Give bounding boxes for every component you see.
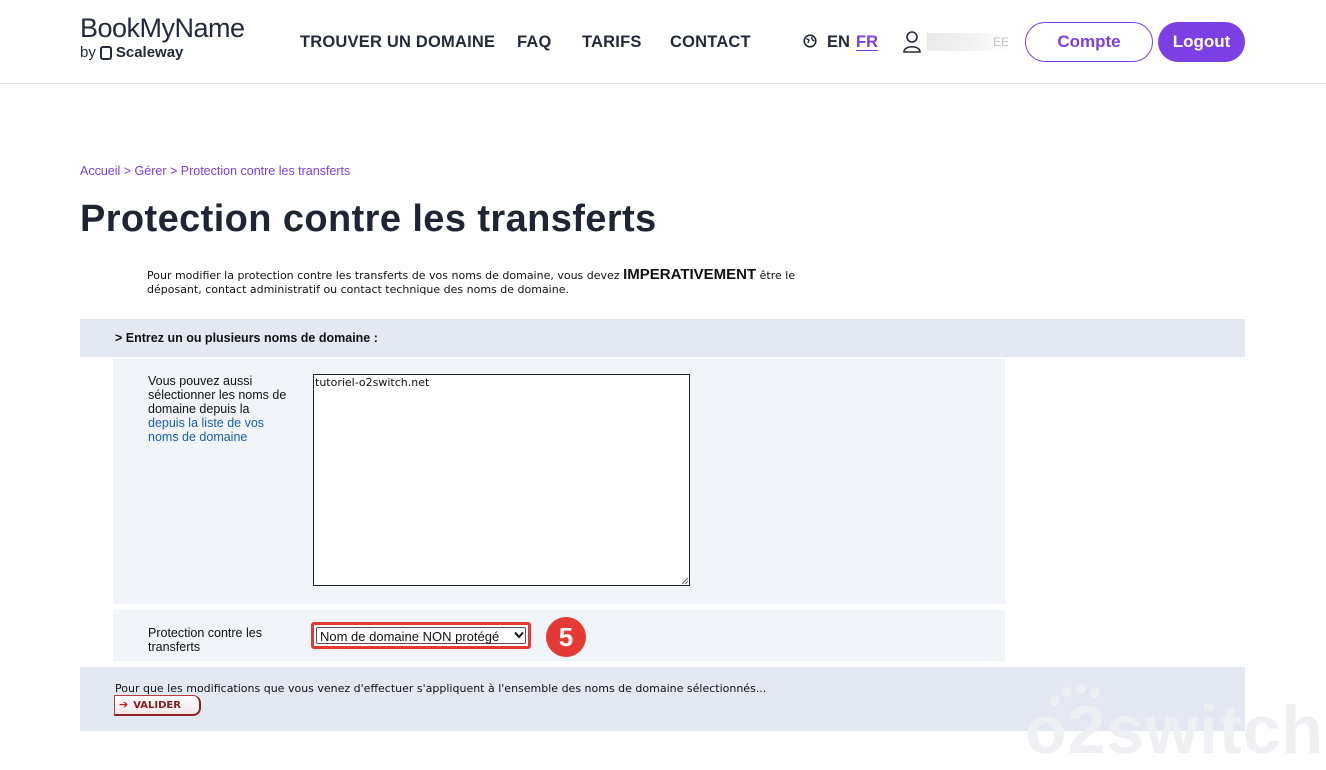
logo-subline: by Scaleway xyxy=(80,44,245,61)
breadcrumb: Accueil > Gérer > Protection contre les … xyxy=(80,164,350,178)
scaleway-icon xyxy=(99,45,112,60)
protection-select-value[interactable]: Nom de domaine NON protégé xyxy=(316,627,526,644)
resize-grip-icon[interactable] xyxy=(680,576,689,585)
intro-emphasis: IMPERATIVEMENT xyxy=(623,266,757,283)
domains-label-text: Vous pouvez aussi sélectionner les noms … xyxy=(148,374,287,416)
nav-find-domain[interactable]: TROUVER UN DOMAINE xyxy=(300,33,495,52)
nav-faq[interactable]: FAQ xyxy=(517,33,552,52)
logout-button[interactable]: Logout xyxy=(1158,22,1245,62)
nav-contact[interactable]: CONTACT xyxy=(670,33,751,52)
domains-textarea[interactable]: tutoriel-o2switch.net xyxy=(313,374,690,586)
lang-en[interactable]: EN xyxy=(827,33,850,52)
logo-company: Scaleway xyxy=(115,44,184,61)
user-icon xyxy=(903,31,921,53)
intro-before: Pour modifier la protection contre les t… xyxy=(147,269,624,282)
valider-label: VALIDER xyxy=(133,700,181,711)
lang-fr[interactable]: FR xyxy=(856,33,878,52)
valider-button[interactable]: ➔ VALIDER xyxy=(114,695,201,716)
o2switch-watermark: o2switch xyxy=(1025,692,1324,768)
site-header: BookMyName by Scaleway TROUVER UN DOMAIN… xyxy=(0,0,1326,84)
chevron-down-icon[interactable] xyxy=(514,631,524,639)
section-header-title: > Entrez un ou plusieurs noms de domaine… xyxy=(115,331,378,345)
breadcrumb-current[interactable]: Protection contre les transferts xyxy=(181,164,351,178)
section-header: > Entrez un ou plusieurs noms de domaine… xyxy=(80,319,1245,357)
protection-label: Protection contre les transferts xyxy=(148,626,262,654)
submit-hint: Pour que les modifications que vous vene… xyxy=(115,682,767,695)
breadcrumb-home[interactable]: Accueil xyxy=(80,164,120,178)
intro-text: Pour modifier la protection contre les t… xyxy=(147,266,807,297)
protection-select[interactable]: Nom de domaine NON protégé xyxy=(311,622,531,649)
user-name: EE xyxy=(927,33,1009,51)
bookmyname-logo[interactable]: BookMyName by Scaleway xyxy=(80,14,245,61)
domain-list-link[interactable]: depuis la liste de vos noms de domaine xyxy=(148,416,264,444)
logo-brand: BookMyName xyxy=(80,13,245,43)
domains-label: Vous pouvez aussi sélectionner les noms … xyxy=(148,374,288,444)
globe-icon xyxy=(803,34,817,48)
arrow-right-icon: ➔ xyxy=(119,698,129,711)
logo-by: by xyxy=(80,44,96,61)
breadcrumb-separator: > xyxy=(120,164,135,178)
page-title: Protection contre les transferts xyxy=(80,198,657,240)
breadcrumb-separator: > xyxy=(166,164,181,178)
breadcrumb-manage[interactable]: Gérer xyxy=(135,164,167,178)
step-badge: 5 xyxy=(546,617,586,657)
account-button[interactable]: Compte xyxy=(1025,22,1153,62)
nav-pricing[interactable]: TARIFS xyxy=(582,33,642,52)
